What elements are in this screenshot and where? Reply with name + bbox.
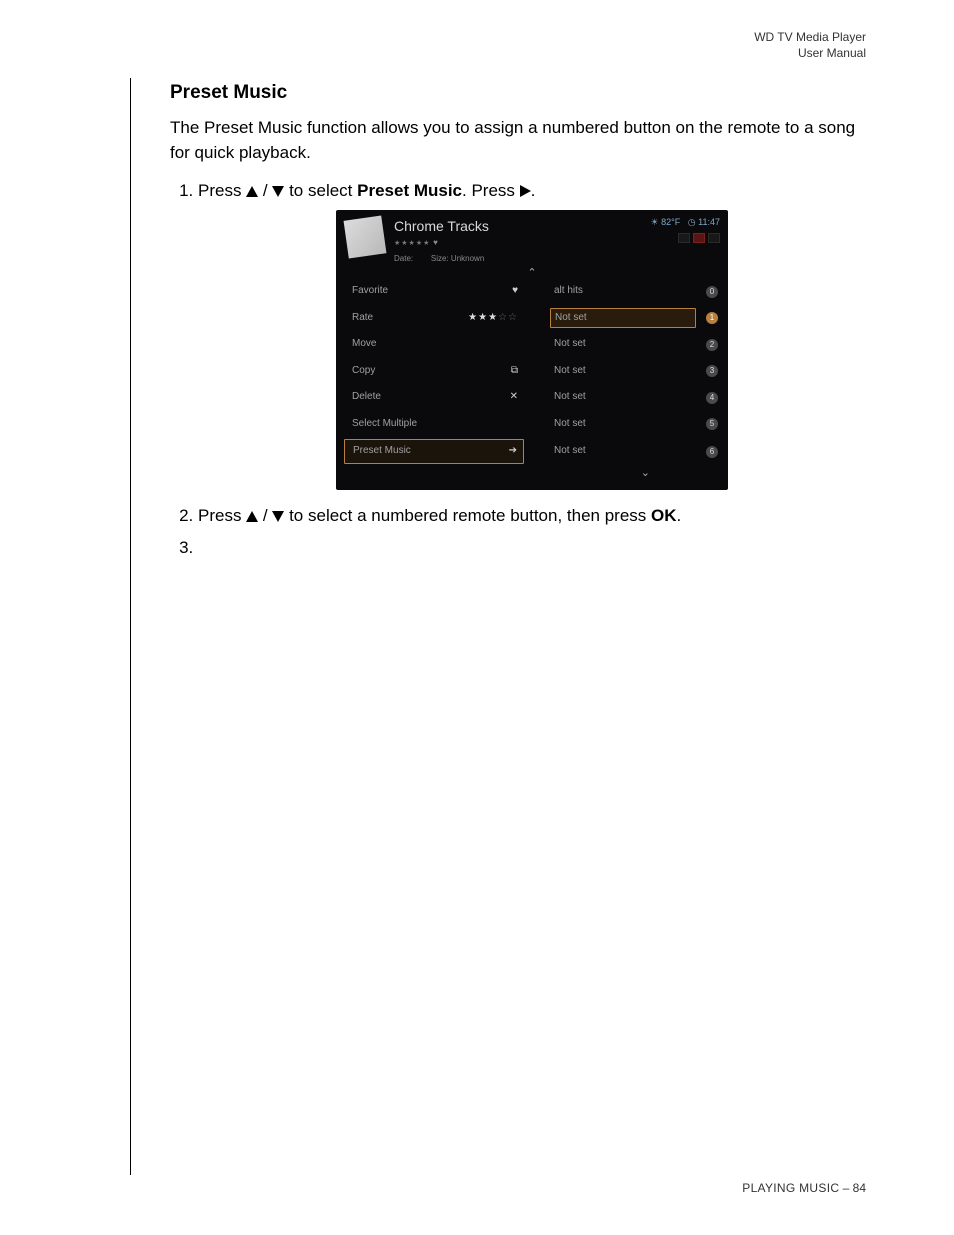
sun-icon: ☀ (651, 217, 659, 227)
preset-slot-value[interactable]: Not set (550, 335, 696, 354)
step-3 (198, 536, 866, 561)
album-art (344, 215, 387, 258)
vertical-rule (130, 78, 131, 1175)
preset-slot-value[interactable]: Not set (550, 415, 696, 434)
menu-favorite[interactable]: Favorite (348, 282, 392, 301)
preset-badge-6: 6 (706, 446, 718, 458)
status-bar: ☀ 82°F ◷ 11:47 (651, 216, 720, 243)
chevron-up-icon: ⌃ (344, 268, 720, 278)
footer-section: PLAYING MUSIC (742, 1181, 839, 1195)
chevron-down-icon: ⌄ (344, 468, 720, 478)
size-label: Size: Unknown (431, 254, 484, 263)
menu-move[interactable]: Move (348, 335, 380, 354)
preset-music-bold: Preset Music (357, 181, 462, 200)
date-label: Date: (394, 254, 413, 263)
menu-preset-music[interactable]: Preset Music (349, 442, 415, 461)
star-rating-icon: ★★★☆☆ (468, 311, 518, 326)
preset-badge-2: 2 (706, 339, 718, 351)
menu-copy[interactable]: Copy (348, 362, 379, 381)
arrow-right-icon: ➔ (509, 444, 517, 459)
menu-rate[interactable]: Rate (348, 309, 377, 328)
preset-badge-0: 0 (706, 286, 718, 298)
preset-badge-4: 4 (706, 392, 718, 404)
doc-header: WD TV Media Player User Manual (754, 30, 866, 61)
heart-icon: ♥ (512, 284, 518, 299)
ui-screenshot: Chrome Tracks ★★★★★ ♥ Date: Size: Unknow… (336, 210, 728, 490)
close-icon: ✕ (510, 390, 518, 405)
clock-time: 11:47 (698, 217, 720, 227)
up-arrow-icon (246, 511, 258, 522)
temperature: 82°F (661, 217, 680, 227)
copy-icon: ⧉ (511, 364, 518, 379)
step-1: Press / to select Preset Music. Press . … (198, 179, 866, 490)
down-arrow-icon (272, 186, 284, 197)
preset-slot-value[interactable]: Not set (550, 308, 696, 329)
ui-menu: Favorite ♥ alt hits 0 Rate ★★★☆☆ Not set 1 M… (344, 280, 720, 464)
preset-slot-value[interactable]: Not set (550, 442, 696, 461)
section-title: Preset Music (170, 82, 866, 104)
preset-slot-value[interactable]: Not set (550, 388, 696, 407)
mini-stars-icon: ★★★★★ (394, 240, 430, 247)
clock-icon: ◷ (688, 217, 696, 227)
right-arrow-icon (520, 185, 531, 197)
preset-badge-1: 1 (706, 312, 718, 324)
page-content: Preset Music The Preset Music function a… (170, 82, 866, 569)
preset-badge-5: 5 (706, 418, 718, 430)
status-box (678, 233, 690, 243)
preset-slot-value[interactable]: Not set (550, 362, 696, 381)
status-box (708, 233, 720, 243)
intro-paragraph: The Preset Music function allows you to … (170, 116, 866, 165)
status-box (693, 233, 705, 243)
down-arrow-icon (272, 511, 284, 522)
page-number: 84 (853, 1181, 866, 1195)
product-name: WD TV Media Player (754, 30, 866, 46)
menu-delete[interactable]: Delete (348, 388, 385, 407)
step-2: Press / to select a numbered remote butt… (198, 504, 866, 529)
ok-bold: OK (651, 506, 677, 525)
heart-icon: ♥ (433, 238, 438, 247)
up-arrow-icon (246, 186, 258, 197)
step-list: Press / to select Preset Music. Press . … (170, 179, 866, 561)
preset-badge-3: 3 (706, 365, 718, 377)
doc-type: User Manual (754, 46, 866, 62)
preset-slot-value[interactable]: alt hits (550, 282, 696, 301)
page-footer: PLAYING MUSIC – 84 (742, 1181, 866, 1195)
menu-select-multiple[interactable]: Select Multiple (348, 415, 421, 434)
